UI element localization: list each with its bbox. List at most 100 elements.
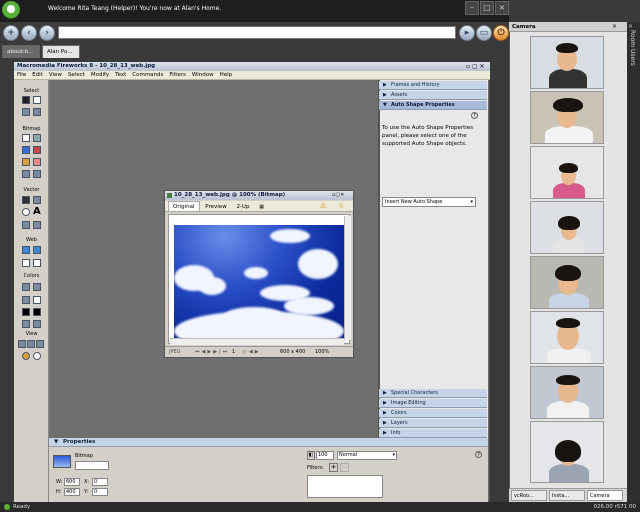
tab-preview[interactable]: Preview (201, 202, 230, 211)
stroke-color-icon[interactable] (22, 296, 30, 304)
tab-4up[interactable]: ▦ (255, 202, 268, 211)
object-name-input[interactable] (75, 461, 109, 470)
auto-shape-select[interactable]: Insert New Auto Shape ▾ (382, 197, 476, 207)
video-feed-6[interactable] (530, 311, 604, 364)
opacity-input[interactable]: 100 (316, 451, 334, 460)
forward-icon[interactable]: › (39, 25, 55, 41)
scale-tool-icon[interactable] (22, 108, 30, 116)
knife-tool-icon[interactable] (33, 221, 41, 229)
lasso-tool-icon[interactable] (33, 134, 41, 142)
x-input[interactable]: 0 (92, 478, 108, 486)
menu-select[interactable]: Select (68, 72, 85, 78)
vertical-scrollbar[interactable] (344, 216, 351, 340)
close-icon[interactable]: × (495, 1, 509, 15)
default-colors-icon[interactable] (22, 320, 30, 328)
freeform-tool-icon[interactable] (22, 221, 30, 229)
text-tool-icon[interactable]: A (33, 206, 41, 217)
power-icon[interactable]: ⏻ (493, 25, 509, 41)
swap-colors-icon[interactable] (33, 320, 41, 328)
video-feed-7[interactable] (530, 366, 604, 419)
show-slices-icon[interactable] (33, 259, 41, 267)
standard-mode-icon[interactable] (18, 340, 26, 348)
menu-commands[interactable]: Commands (132, 72, 163, 78)
panel-image-editing[interactable]: ▶ Image Editing (379, 399, 487, 408)
panel-special-characters[interactable]: ▶ Special Characters (379, 389, 487, 398)
brush-tool-icon[interactable] (33, 146, 41, 154)
tab-camera[interactable]: Camera (587, 490, 623, 501)
stroke-swatch-icon[interactable] (33, 296, 41, 304)
tab-original[interactable]: Original (168, 201, 200, 211)
video-feed-8[interactable] (530, 421, 604, 483)
menu-filters[interactable]: Filters (169, 72, 186, 78)
video-feed-2[interactable] (530, 91, 604, 144)
panel-colors[interactable]: ▶ Colors (379, 409, 487, 418)
eraser-tool-icon[interactable] (33, 158, 41, 166)
hand-tool-icon[interactable] (22, 352, 30, 360)
panel-auto-shape-properties[interactable]: ▼ Auto Shape Properties (379, 101, 487, 110)
menu-file[interactable]: File (17, 72, 26, 78)
hide-slices-icon[interactable] (22, 259, 30, 267)
height-input[interactable]: 400 (64, 488, 80, 496)
marquee-tool-icon[interactable] (22, 134, 30, 142)
horizontal-scrollbar[interactable] (170, 338, 344, 345)
maximize-icon[interactable]: □ (480, 1, 494, 15)
fullscreen-mode-icon[interactable] (36, 340, 44, 348)
panel-info[interactable]: ▶ Info (379, 429, 487, 438)
address-bar[interactable] (58, 26, 456, 39)
y-input[interactable]: 0 (92, 488, 108, 496)
slice-tool-icon[interactable] (33, 246, 41, 254)
window-icon[interactable]: ▭ (476, 25, 492, 41)
menu-view[interactable]: View (49, 72, 62, 78)
help-icon[interactable]: ? (471, 112, 478, 119)
zoom-tool-icon[interactable] (33, 352, 41, 360)
pencil-tool-icon[interactable] (22, 158, 30, 166)
tab-2up[interactable]: 2-Up (232, 202, 253, 211)
fill-color-icon[interactable] (22, 308, 30, 316)
fill-swatch-icon[interactable] (33, 308, 41, 316)
zoom-level[interactable]: 100% (315, 347, 329, 356)
tab-alan-home[interactable]: Alan Po... (42, 45, 80, 58)
pen-tool-icon[interactable] (33, 196, 41, 204)
video-feed-5[interactable] (530, 256, 604, 309)
menu-window[interactable]: Window (192, 72, 214, 78)
panel-assets[interactable]: ▶ Assets (379, 91, 487, 100)
menu-modify[interactable]: Modify (91, 72, 109, 78)
menu-text[interactable]: Text (115, 72, 126, 78)
tab-about-blank[interactable]: about:b... (2, 45, 40, 58)
width-input[interactable]: 600 (64, 478, 80, 486)
crop-tool-icon[interactable] (33, 108, 41, 116)
close-icon[interactable]: × (628, 23, 633, 30)
magic-wand-tool-icon[interactable] (22, 146, 30, 154)
filters-list[interactable] (307, 475, 383, 498)
back-icon[interactable]: ‹ (21, 25, 37, 41)
doc-window-controls[interactable]: ▫▢✕ (332, 192, 344, 198)
opacity-icon[interactable]: ◧ (307, 451, 315, 460)
pointer-tool-icon[interactable] (22, 96, 30, 104)
subselect-tool-icon[interactable] (33, 96, 41, 104)
blur-tool-icon[interactable] (22, 170, 30, 178)
panel-layers[interactable]: ▶ Layers (379, 419, 487, 428)
video-feed-4[interactable] (530, 201, 604, 254)
tab-insta[interactable]: Insta... (549, 490, 585, 501)
blend-mode-select[interactable]: Normal ▾ (337, 451, 397, 460)
room-users-sidebar[interactable] (627, 22, 640, 502)
frame-controls[interactable]: ▷◀▶ (243, 347, 261, 356)
video-feed-3[interactable] (530, 146, 604, 199)
hotspot-tool-icon[interactable] (22, 246, 30, 254)
video-feed-1[interactable] (530, 36, 604, 89)
playback-controls[interactable]: ⏮◀▶▶|⏭ (195, 347, 229, 356)
paint-bucket-tool-icon[interactable] (33, 283, 41, 291)
rubber-stamp-tool-icon[interactable] (33, 170, 41, 178)
add-filter-icon[interactable]: + (329, 463, 338, 472)
close-icon[interactable]: × (612, 23, 617, 30)
properties-header[interactable]: ▼ Properties (49, 438, 488, 447)
fw-window-controls[interactable]: ▫ ▢ ✕ (466, 63, 485, 70)
ellipse-tool-icon[interactable] (22, 208, 30, 216)
fullscreen-menu-mode-icon[interactable] (27, 340, 35, 348)
panel-frames-history[interactable]: ▶ Frames and History (379, 81, 487, 90)
menu-help[interactable]: Help (220, 72, 233, 78)
eyedropper-tool-icon[interactable] (22, 283, 30, 291)
minimize-icon[interactable]: – (465, 1, 479, 15)
menu-edit[interactable]: Edit (32, 72, 43, 78)
remove-filter-icon[interactable]: − (340, 463, 349, 472)
